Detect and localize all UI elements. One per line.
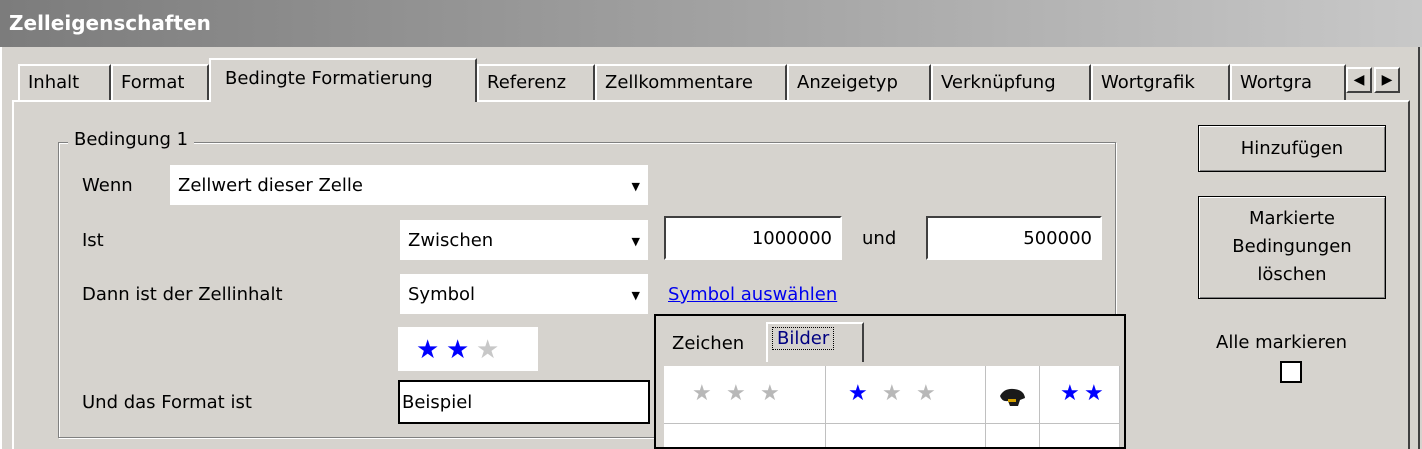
star-filled-icon: ★ (446, 335, 470, 365)
tab-inhalt[interactable]: Inhalt (18, 64, 111, 100)
value2-input[interactable]: 500000 (926, 216, 1102, 260)
star-empty-icon: ★ (476, 335, 500, 365)
tab-bedingte-formatierung[interactable]: Bedingte Formatierung (209, 58, 477, 102)
dann-dropdown[interactable]: Symbol ▼ (398, 272, 650, 316)
star-filled-icon: ★ (1084, 381, 1104, 406)
chevron-down-icon: ▼ (631, 289, 640, 302)
star-filled-icon: ★ (416, 335, 440, 365)
add-button[interactable]: Hinzufügen (1198, 125, 1386, 172)
tab-wortgrafik[interactable]: Wortgrafik (1091, 64, 1230, 100)
symbol-grid: ★ ★ ★ ★ ★ ★ ★ ★ (664, 366, 1120, 447)
dann-label: Dann ist der Zellinhalt (82, 284, 283, 305)
ist-label: Ist (82, 230, 104, 251)
chevron-down-icon: ▼ (631, 235, 640, 248)
symbol-cell-one-of-three-stars[interactable]: ★ ★ ★ (826, 366, 986, 424)
delete-button-line-1: Markierte (1249, 208, 1335, 229)
select-all-checkbox[interactable] (1280, 361, 1302, 383)
dog-icon (1000, 388, 1025, 406)
value1-input[interactable]: 1000000 (664, 216, 842, 260)
format-label: Und das Format ist (82, 392, 252, 413)
star-filled-icon: ★ (848, 381, 868, 406)
symbol-cell[interactable] (826, 424, 986, 447)
delete-selected-conditions-button[interactable]: Markierte Bedingungen löschen (1198, 196, 1386, 299)
symbol-picker-popup: Zeichen Bilder ★ ★ ★ ★ ★ ★ ★ ★ (654, 314, 1126, 449)
star-filled-icon: ★ (1060, 381, 1080, 406)
wenn-label: Wenn (82, 175, 133, 196)
tab-wortgrafik-2[interactable]: Wortgra (1230, 64, 1346, 100)
picker-tab-bilder-label: Bilder (772, 327, 835, 350)
symbol-cell-dog[interactable] (986, 366, 1040, 424)
select-all-label: Alle markieren (1216, 332, 1348, 353)
star-empty-icon: ★ (760, 381, 780, 406)
ist-dropdown[interactable]: Zwischen ▼ (398, 218, 650, 262)
wenn-dropdown[interactable]: Zellwert dieser Zelle ▼ (168, 163, 650, 207)
symbol-cell[interactable] (664, 424, 826, 447)
symbol-cell-three-grey-stars[interactable]: ★ ★ ★ (664, 366, 826, 424)
ist-value: Zwischen (408, 230, 494, 251)
symbol-preview: ★ ★ ★ (398, 327, 538, 371)
star-empty-icon: ★ (916, 381, 936, 406)
chevron-down-icon: ▼ (631, 180, 640, 193)
value2-text: 500000 (1023, 228, 1092, 249)
symbol-cell-two-blue-stars[interactable]: ★ ★ (1040, 366, 1120, 424)
symbol-cell[interactable] (1040, 424, 1120, 447)
tab-zellkommentare[interactable]: Zellkommentare (595, 64, 787, 100)
delete-button-line-3: löschen (1257, 264, 1327, 285)
picker-tab-zeichen[interactable]: Zeichen (664, 326, 764, 362)
window-title: Zelleigenschaften (0, 0, 1422, 47)
dann-value: Symbol (408, 284, 476, 305)
star-empty-icon: ★ (692, 381, 712, 406)
tab-anzeigetyp[interactable]: Anzeigetyp (787, 64, 931, 100)
picker-tab-bilder[interactable]: Bilder (766, 322, 864, 362)
symbol-auswaehlen-link[interactable]: Symbol auswählen (668, 284, 837, 305)
tab-scroll-right-icon[interactable]: ▶ (1374, 67, 1400, 93)
condition-group-title: Bedingung 1 (68, 129, 195, 150)
star-empty-icon: ★ (726, 381, 746, 406)
format-sample[interactable]: Beispiel (398, 380, 650, 424)
tab-scroll-left-icon[interactable]: ◀ (1346, 67, 1372, 93)
und-label: und (862, 228, 897, 249)
symbol-cell[interactable] (986, 424, 1040, 447)
tab-referenz[interactable]: Referenz (477, 64, 595, 100)
value1-text: 1000000 (751, 228, 832, 249)
format-sample-text: Beispiel (402, 392, 473, 413)
tab-format[interactable]: Format (111, 64, 209, 100)
star-empty-icon: ★ (882, 381, 902, 406)
tab-verknuepfung[interactable]: Verknüpfung (931, 64, 1091, 100)
wenn-value: Zellwert dieser Zelle (178, 175, 363, 196)
delete-button-line-2: Bedingungen (1232, 236, 1352, 257)
